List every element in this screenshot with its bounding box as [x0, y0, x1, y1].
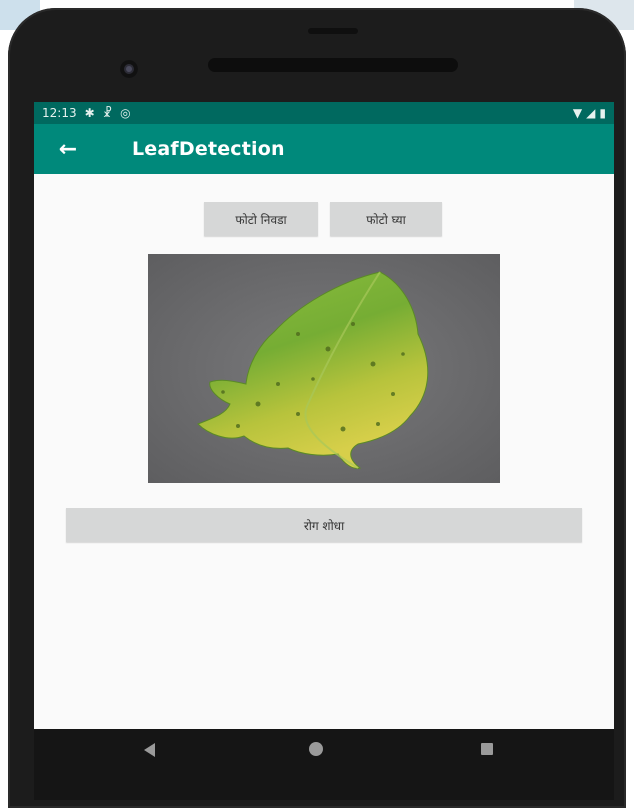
nav-home-icon[interactable]: [309, 742, 323, 756]
status-bar: 12:13 ✱ ☧ ◎ ▼ ◢ ▮: [34, 102, 614, 124]
settings-icon: ✱: [84, 106, 95, 120]
page-title: LeafDetection: [132, 138, 285, 160]
pick-photo-button[interactable]: फोटो निवडा: [204, 202, 318, 236]
arrow-left-icon[interactable]: ←: [56, 137, 80, 162]
accessibility-icon: ☧: [102, 106, 113, 120]
earpiece-slot: [308, 28, 358, 34]
battery-icon: ▮: [599, 106, 606, 120]
leaf-photo: [148, 254, 500, 483]
status-time: 12:13: [42, 106, 77, 120]
app-screen: 12:13 ✱ ☧ ◎ ▼ ◢ ▮ ← LeafDetection फोटो न…: [34, 102, 614, 729]
front-camera-icon: [120, 60, 138, 78]
sync-icon: ◎: [120, 106, 131, 120]
detect-disease-button[interactable]: रोग शोधा: [66, 508, 582, 542]
speaker-grille: [208, 58, 458, 72]
take-photo-button[interactable]: फोटो घ्या: [330, 202, 442, 236]
nav-back-icon[interactable]: [144, 743, 155, 757]
wifi-icon: ▼: [572, 106, 583, 120]
signal-icon: ◢: [586, 106, 596, 120]
app-bar: ← LeafDetection: [34, 124, 614, 174]
nav-recents-icon[interactable]: [481, 743, 493, 755]
system-nav-bar: [34, 729, 614, 800]
leaf-image: [148, 254, 500, 483]
